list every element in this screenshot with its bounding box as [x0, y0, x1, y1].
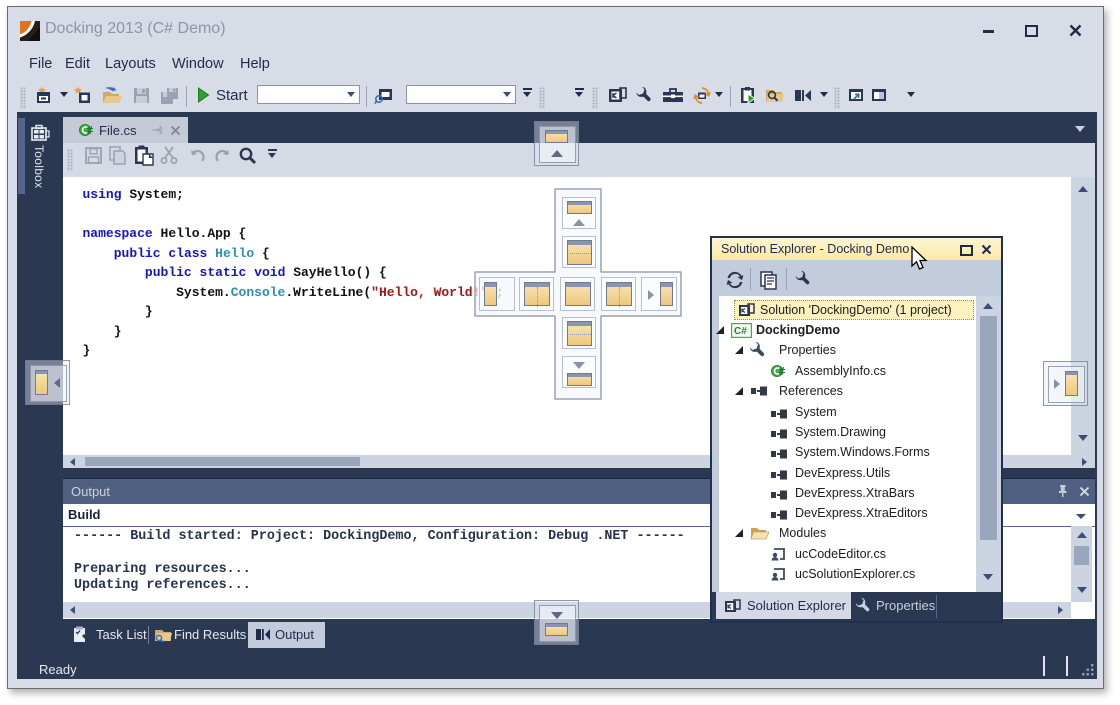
svg-text:C#: C# [734, 326, 747, 337]
